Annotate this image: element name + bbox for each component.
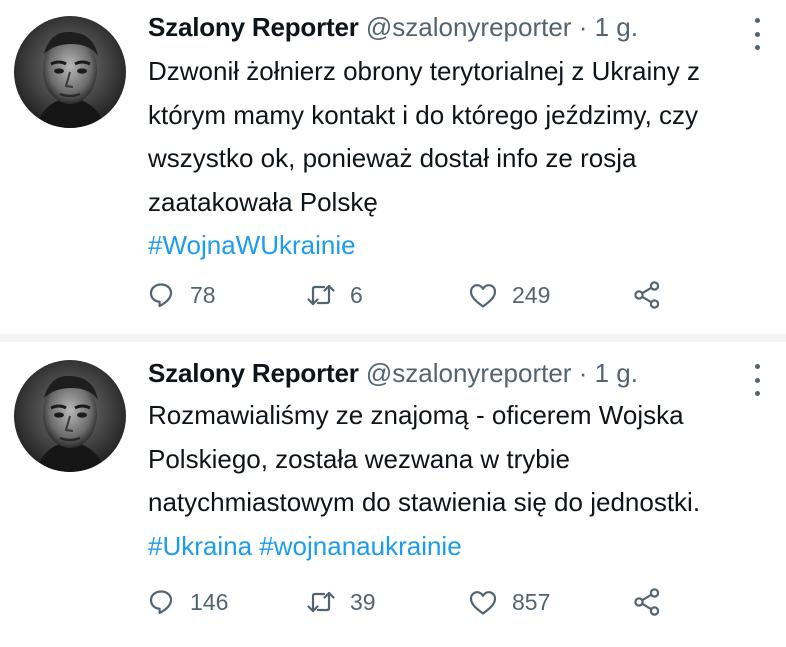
- hashtag-link[interactable]: #Ukraina: [148, 531, 252, 561]
- display-name[interactable]: Szalony Reporter: [148, 12, 359, 42]
- timestamp[interactable]: 1 g.: [595, 358, 638, 388]
- tweet-actions: 146 39 857: [148, 584, 748, 620]
- avatar[interactable]: [14, 360, 126, 472]
- tweet[interactable]: Szalony Reporter @szalonyreporter · 1 g.…: [0, 342, 786, 647]
- tweet-divider: [0, 334, 786, 342]
- tweet[interactable]: Szalony Reporter @szalonyreporter · 1 g.…: [0, 0, 786, 334]
- reply-icon: [149, 283, 173, 308]
- display-name[interactable]: Szalony Reporter: [148, 358, 359, 388]
- user-handle[interactable]: @szalonyreporter: [366, 12, 572, 42]
- reply-button[interactable]: 146: [148, 584, 228, 620]
- tweet-header: Szalony Reporter @szalonyreporter · 1 g.: [148, 12, 638, 43]
- reply-count: 146: [190, 588, 229, 615]
- like-button[interactable]: 249: [468, 277, 550, 313]
- user-handle[interactable]: @szalonyreporter: [366, 358, 572, 388]
- share-button[interactable]: [632, 277, 662, 313]
- share-button[interactable]: [632, 584, 662, 620]
- share-icon: [634, 588, 660, 616]
- avatar[interactable]: [14, 16, 126, 128]
- reply-button[interactable]: 78: [148, 277, 216, 313]
- hashtag-link[interactable]: #WojnaWUkrainie: [148, 230, 356, 260]
- separator: ·: [571, 12, 595, 42]
- tweet-body: Dzwonił żołnierz obrony terytorialnej z …: [148, 56, 700, 217]
- like-count: 249: [512, 281, 551, 308]
- heart-icon: [469, 284, 497, 308]
- retweet-count: 39: [350, 588, 376, 615]
- share-icon: [634, 281, 660, 309]
- tweet-text: Dzwonił żołnierz obrony terytorialnej z …: [148, 50, 778, 268]
- tweet-text: Rozmawialiśmy ze znajomą - oficerem Wojs…: [148, 394, 778, 568]
- like-count: 857: [512, 588, 551, 615]
- hashtag-link[interactable]: #wojnanaukrainie: [259, 531, 461, 561]
- separator: ·: [571, 358, 595, 388]
- like-button[interactable]: 857: [468, 584, 550, 620]
- tweet-actions: 78 6 249: [148, 277, 748, 313]
- tweet-header: Szalony Reporter @szalonyreporter · 1 g.: [148, 358, 638, 389]
- retweet-button[interactable]: 39: [306, 584, 376, 620]
- retweet-icon: [307, 284, 335, 306]
- reply-icon: [149, 590, 173, 615]
- timestamp[interactable]: 1 g.: [595, 12, 638, 42]
- heart-icon: [469, 591, 497, 615]
- retweet-button[interactable]: 6: [306, 277, 363, 313]
- retweet-icon: [307, 591, 335, 613]
- reply-count: 78: [190, 281, 216, 308]
- retweet-count: 6: [350, 281, 363, 308]
- more-options-icon[interactable]: [750, 18, 764, 50]
- tweet-body: Rozmawialiśmy ze znajomą - oficerem Wojs…: [148, 400, 701, 517]
- more-options-icon[interactable]: [750, 364, 764, 396]
